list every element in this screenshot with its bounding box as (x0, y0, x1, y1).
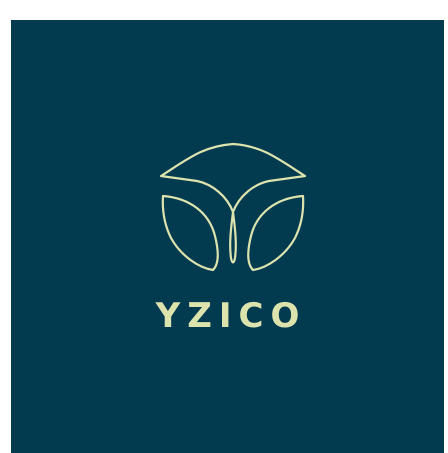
leaf-lotus-icon (159, 142, 307, 272)
logo-panel: YZICO (11, 20, 444, 453)
page-canvas: YZICO (0, 0, 448, 453)
brand-wordmark: YZICO (155, 296, 307, 336)
right-leaf-shape (247, 194, 305, 272)
center-stem-shape (229, 210, 237, 264)
canopy-shape (159, 142, 307, 214)
left-leaf-shape (161, 194, 219, 272)
